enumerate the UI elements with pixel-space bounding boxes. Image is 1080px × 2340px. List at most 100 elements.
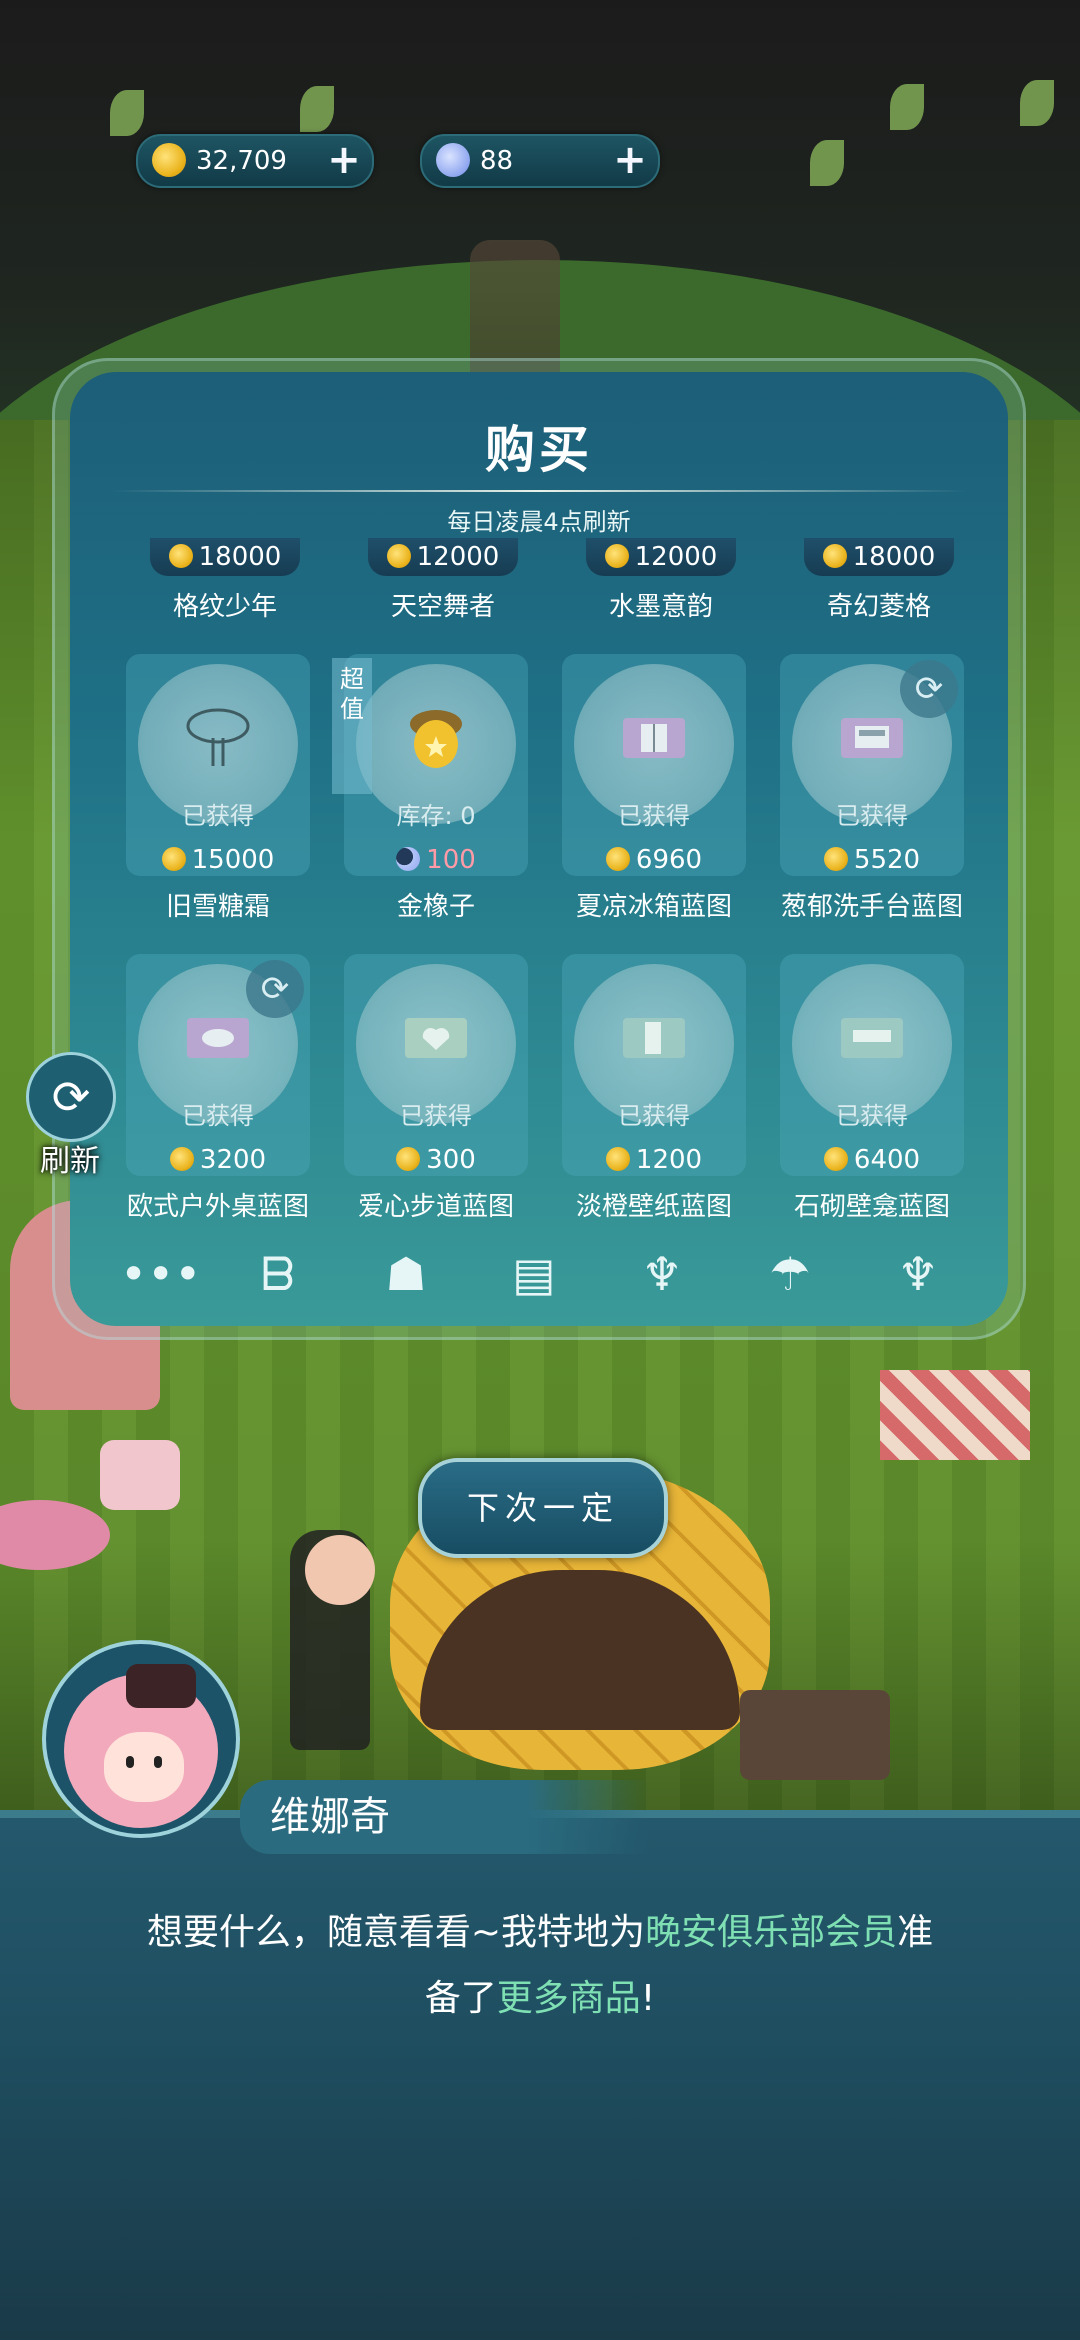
avatar-bow	[126, 1664, 196, 1708]
gesture-icon[interactable]: ᗷ	[248, 1244, 308, 1304]
shop-item-card[interactable]: 已获得 6400	[780, 954, 964, 1176]
item-status: 已获得	[618, 1102, 690, 1130]
moon-icon	[436, 143, 470, 177]
item-name: 金橡子	[396, 892, 475, 922]
speaker-name: 维娜奇	[240, 1780, 650, 1854]
coin-icon	[169, 1146, 194, 1171]
item-price-pill[interactable]: 18000	[804, 538, 954, 576]
moon-icon	[396, 846, 421, 871]
leaf-decoration	[890, 84, 924, 130]
item-name: 旧雪糖霜	[165, 892, 270, 922]
item-grid: 18000 格纹少年 12000 天空舞者 12000 水墨意韵 18000 奇…	[70, 372, 1008, 1272]
golden-acorn-icon	[410, 710, 462, 768]
avatar-eye	[154, 1756, 162, 1768]
item-status: 已获得	[836, 1102, 908, 1130]
pink-stool	[100, 1440, 180, 1510]
blueprint-scroll-icon	[623, 1018, 685, 1058]
shop-panel: 购买 每日凌晨4点刷新 18000 格纹少年 12000 天空舞者 12000 …	[70, 372, 1008, 1326]
item-price: 1200	[635, 1145, 703, 1175]
npc-avatar	[42, 1640, 240, 1838]
coin-icon	[396, 1146, 421, 1171]
item-price: 3200	[199, 1145, 267, 1175]
coin-icon	[168, 543, 193, 568]
next-time-button[interactable]: 下次一定	[418, 1458, 668, 1558]
moon-balance: 88 +	[420, 134, 660, 188]
lamp-icon[interactable]: ♆	[632, 1244, 692, 1304]
refresh-button[interactable]: ⟳	[26, 1052, 116, 1142]
frosting-tree-icon	[186, 708, 250, 766]
item-price: 5520	[853, 845, 921, 875]
shop-item-card[interactable]: ⟳ 已获得 5520	[780, 654, 964, 876]
swap-icon[interactable]: ⟳	[900, 660, 958, 718]
shop-item-card[interactable]: 已获得 6960	[562, 654, 746, 876]
item-name: 格纹少年	[172, 592, 277, 622]
shop-item-card[interactable]: 已获得 1200	[562, 954, 746, 1176]
umbrella-icon[interactable]: ☂	[760, 1244, 820, 1304]
item-status: 已获得	[182, 1102, 254, 1130]
item-stock: 库存: 0	[396, 802, 476, 830]
wooden-cart	[740, 1690, 890, 1780]
shop-item-card[interactable]: 已获得 15000	[126, 654, 310, 876]
blueprint-scroll-icon	[623, 718, 685, 758]
item-price-label: 6960	[562, 844, 746, 876]
item-price: 12000	[634, 542, 718, 572]
leaf-decoration	[810, 140, 844, 186]
item-name: 石砌壁龛蓝图	[793, 1192, 950, 1222]
dialog-highlight: 更多商品	[496, 1978, 641, 2019]
item-status: 已获得	[618, 802, 690, 830]
bag-icon[interactable]: ☗	[376, 1244, 436, 1304]
value-tag: 超值	[332, 658, 372, 794]
item-status: 已获得	[400, 1102, 472, 1130]
item-price: 15000	[191, 845, 275, 875]
dialog-highlight: 晚安俱乐部会员	[645, 1912, 898, 1953]
dialog-segment: 准	[897, 1912, 934, 1953]
item-price-label: 1200	[562, 1144, 746, 1176]
dialog-segment: !	[640, 1978, 656, 2019]
coin-icon	[822, 543, 847, 568]
blueprint-icon[interactable]: ▤	[504, 1244, 564, 1304]
item-price: 12000	[416, 542, 500, 572]
checkered-bench	[880, 1370, 1030, 1460]
item-price-pill[interactable]: 18000	[150, 538, 300, 576]
leaf-decoration	[1020, 80, 1054, 126]
coin-icon	[823, 1146, 848, 1171]
more-icon[interactable]: •••	[120, 1244, 201, 1304]
blueprint-scroll-icon	[405, 1018, 467, 1058]
refresh-label: 刷新	[40, 1144, 100, 1179]
coin-icon	[386, 543, 411, 568]
coin-icon	[161, 846, 186, 871]
item-price-label: 15000	[126, 844, 310, 876]
item-price: 300	[426, 1145, 476, 1175]
item-price: 18000	[852, 542, 936, 572]
item-price: 100	[426, 845, 476, 875]
item-price-label: 6400	[780, 1144, 964, 1176]
item-price: 6400	[853, 1145, 921, 1175]
leaf-decoration	[110, 90, 144, 136]
add-coins-button[interactable]: +	[324, 140, 364, 180]
shop-item-card[interactable]: 已获得 300	[344, 954, 528, 1176]
coin-amount: 32,709	[196, 146, 287, 176]
dialog-segment: 想要什么，随意看看~我特地为	[146, 1912, 646, 1953]
moon-amount: 88	[480, 146, 514, 176]
shop-item-card[interactable]: 超值 库存: 0 100	[332, 654, 528, 876]
item-name: 夏凉冰箱蓝图	[575, 892, 732, 922]
avatar-face	[104, 1732, 184, 1802]
dialog-box[interactable]	[0, 1818, 1080, 2340]
coin-icon	[823, 846, 848, 871]
swap-icon[interactable]: ⟳	[246, 960, 304, 1018]
shop-item-card[interactable]: ⟳ 已获得 3200	[126, 954, 310, 1176]
item-price-label: 5520	[780, 844, 964, 876]
item-price-label: 100	[344, 844, 528, 876]
item-price-pill[interactable]: 12000	[586, 538, 736, 576]
avatar-eye	[126, 1756, 134, 1768]
dialog-segment: 备了	[424, 1978, 497, 2019]
coin-icon	[605, 846, 630, 871]
item-name: 水墨意韵	[608, 592, 713, 622]
item-price-pill[interactable]: 12000	[368, 538, 518, 576]
player-character-head	[305, 1535, 375, 1605]
clothes-icon[interactable]: ♆	[888, 1244, 948, 1304]
leaf-decoration	[300, 86, 334, 132]
item-status: 已获得	[836, 802, 908, 830]
add-moons-button[interactable]: +	[610, 140, 650, 180]
item-price-label: 3200	[126, 1144, 310, 1176]
